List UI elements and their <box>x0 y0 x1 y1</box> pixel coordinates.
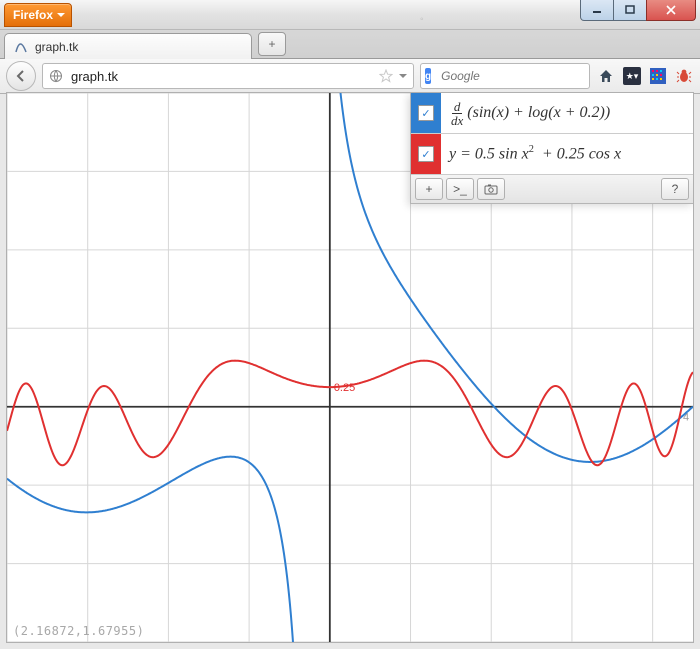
home-icon <box>598 68 614 84</box>
extension-button-1[interactable] <box>648 66 668 86</box>
grid-icon <box>650 68 666 84</box>
maximize-icon <box>625 5 635 15</box>
close-icon <box>666 5 676 15</box>
google-search-icon: g <box>425 68 431 84</box>
extension-button-2[interactable] <box>674 66 694 86</box>
url-input[interactable] <box>69 68 373 85</box>
equation-color-swatch[interactable]: ✓ <box>411 134 441 174</box>
close-button[interactable] <box>646 0 696 21</box>
equation-expression[interactable]: y = 0.5 sin x2 + 0.25 cos x <box>441 144 693 163</box>
page-content: 0.254 ✓ ddx(sin(x) + log(x + 0.2)) ✓ y =… <box>6 92 694 643</box>
minimize-icon <box>592 5 602 15</box>
help-icon: ? <box>672 182 679 196</box>
console-button[interactable]: >_ <box>446 178 474 200</box>
search-input[interactable] <box>439 68 600 84</box>
address-bar[interactable] <box>42 63 414 89</box>
equation-expression[interactable]: ddx(sin(x) + log(x + 0.2)) <box>441 100 693 127</box>
firefox-menu-button[interactable]: Firefox <box>4 3 72 27</box>
search-bar[interactable]: g <box>420 63 590 89</box>
help-button[interactable]: ? <box>661 178 689 200</box>
plus-icon: + <box>425 182 432 196</box>
bookmarks-button[interactable]: ★▾ <box>622 66 642 86</box>
equation-row[interactable]: ✓ y = 0.5 sin x2 + 0.25 cos x <box>411 134 693 175</box>
tab-favicon <box>13 39 29 55</box>
home-button[interactable] <box>596 66 616 86</box>
equation-checkbox[interactable]: ✓ <box>418 146 434 162</box>
equation-row[interactable]: ✓ ddx(sin(x) + log(x + 0.2)) <box>411 93 693 134</box>
maximize-button[interactable] <box>613 0 647 21</box>
window-controls <box>581 0 696 21</box>
bookmark-star-icon[interactable] <box>379 69 393 83</box>
back-arrow-icon <box>14 69 28 83</box>
dropdown-icon[interactable] <box>399 72 407 80</box>
bug-icon <box>676 68 692 84</box>
navigation-toolbar: g ★▾ <box>0 59 700 94</box>
equation-color-swatch[interactable]: ✓ <box>411 93 441 133</box>
bookmarks-icon: ★▾ <box>623 67 641 85</box>
tab-bar: graph.tk + ◦ <box>0 30 700 59</box>
cursor-coordinates: (2.16872,1.67955) <box>13 624 144 638</box>
equation-checkbox[interactable]: ✓ <box>418 105 434 121</box>
add-equation-button[interactable]: + <box>415 178 443 200</box>
minimize-button[interactable] <box>580 0 614 21</box>
screenshot-button[interactable] <box>477 178 505 200</box>
plus-icon: + <box>268 37 275 51</box>
browser-window: Firefox graph.tk + ◦ <box>0 0 700 649</box>
globe-icon <box>49 69 63 83</box>
console-icon: >_ <box>453 182 467 196</box>
back-button[interactable] <box>6 61 36 91</box>
title-bar[interactable]: Firefox <box>0 0 700 30</box>
chevron-down-icon <box>57 11 65 19</box>
new-tab-button[interactable]: + <box>258 32 286 56</box>
firefox-label: Firefox <box>13 8 53 22</box>
camera-icon <box>484 184 498 195</box>
browser-tab-active[interactable]: graph.tk <box>4 33 252 59</box>
equation-toolbar: + >_ ? <box>411 175 693 203</box>
equation-panel: ✓ ddx(sin(x) + log(x + 0.2)) ✓ y = 0.5 s… <box>410 93 693 204</box>
tab-title: graph.tk <box>35 40 78 54</box>
